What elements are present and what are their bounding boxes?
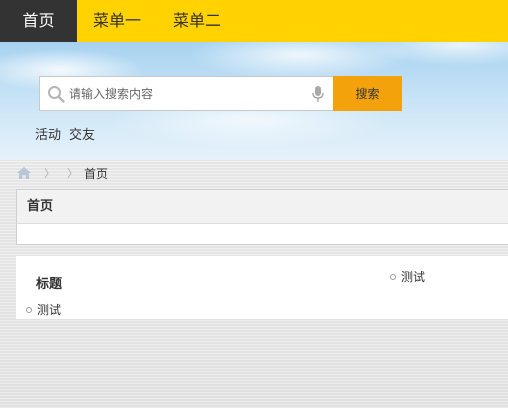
search-box [39, 76, 334, 111]
nav-item-menu-1[interactable]: 菜单一 [77, 0, 157, 42]
search-icon [48, 85, 65, 103]
top-nav: 首页 菜单一 菜单二 [0, 0, 508, 42]
list-item-label: 测试 [401, 270, 426, 284]
chevron-right-icon: 〉 [67, 167, 78, 180]
quick-link-activity[interactable]: 活动 [35, 124, 61, 143]
list-item[interactable]: 测试 [390, 268, 425, 285]
search-button[interactable]: 搜索 [333, 76, 402, 111]
search-input[interactable] [69, 78, 311, 109]
breadcrumb: 〉 〉 首页 [16, 164, 108, 182]
nav-item-home[interactable]: 首页 [0, 0, 77, 42]
bullet-icon [26, 306, 32, 313]
content-panel: 标题 测试 测试 [16, 256, 508, 319]
quick-link-friends[interactable]: 交友 [69, 124, 95, 143]
section-title: 标题 [36, 277, 63, 292]
breadcrumb-current[interactable]: 首页 [84, 165, 108, 182]
home-icon[interactable] [16, 166, 32, 180]
quick-links: 活动 交友 [35, 124, 95, 143]
list-item-label: 测试 [37, 303, 62, 317]
mic-icon[interactable] [311, 85, 325, 103]
bullet-icon [390, 273, 396, 280]
page-title-panel: 首页 [16, 189, 508, 245]
nav-item-menu-2[interactable]: 菜单二 [157, 0, 237, 42]
page-title: 首页 [17, 190, 508, 224]
chevron-right-icon: 〉 [44, 167, 55, 180]
list-item[interactable]: 测试 [26, 301, 61, 318]
